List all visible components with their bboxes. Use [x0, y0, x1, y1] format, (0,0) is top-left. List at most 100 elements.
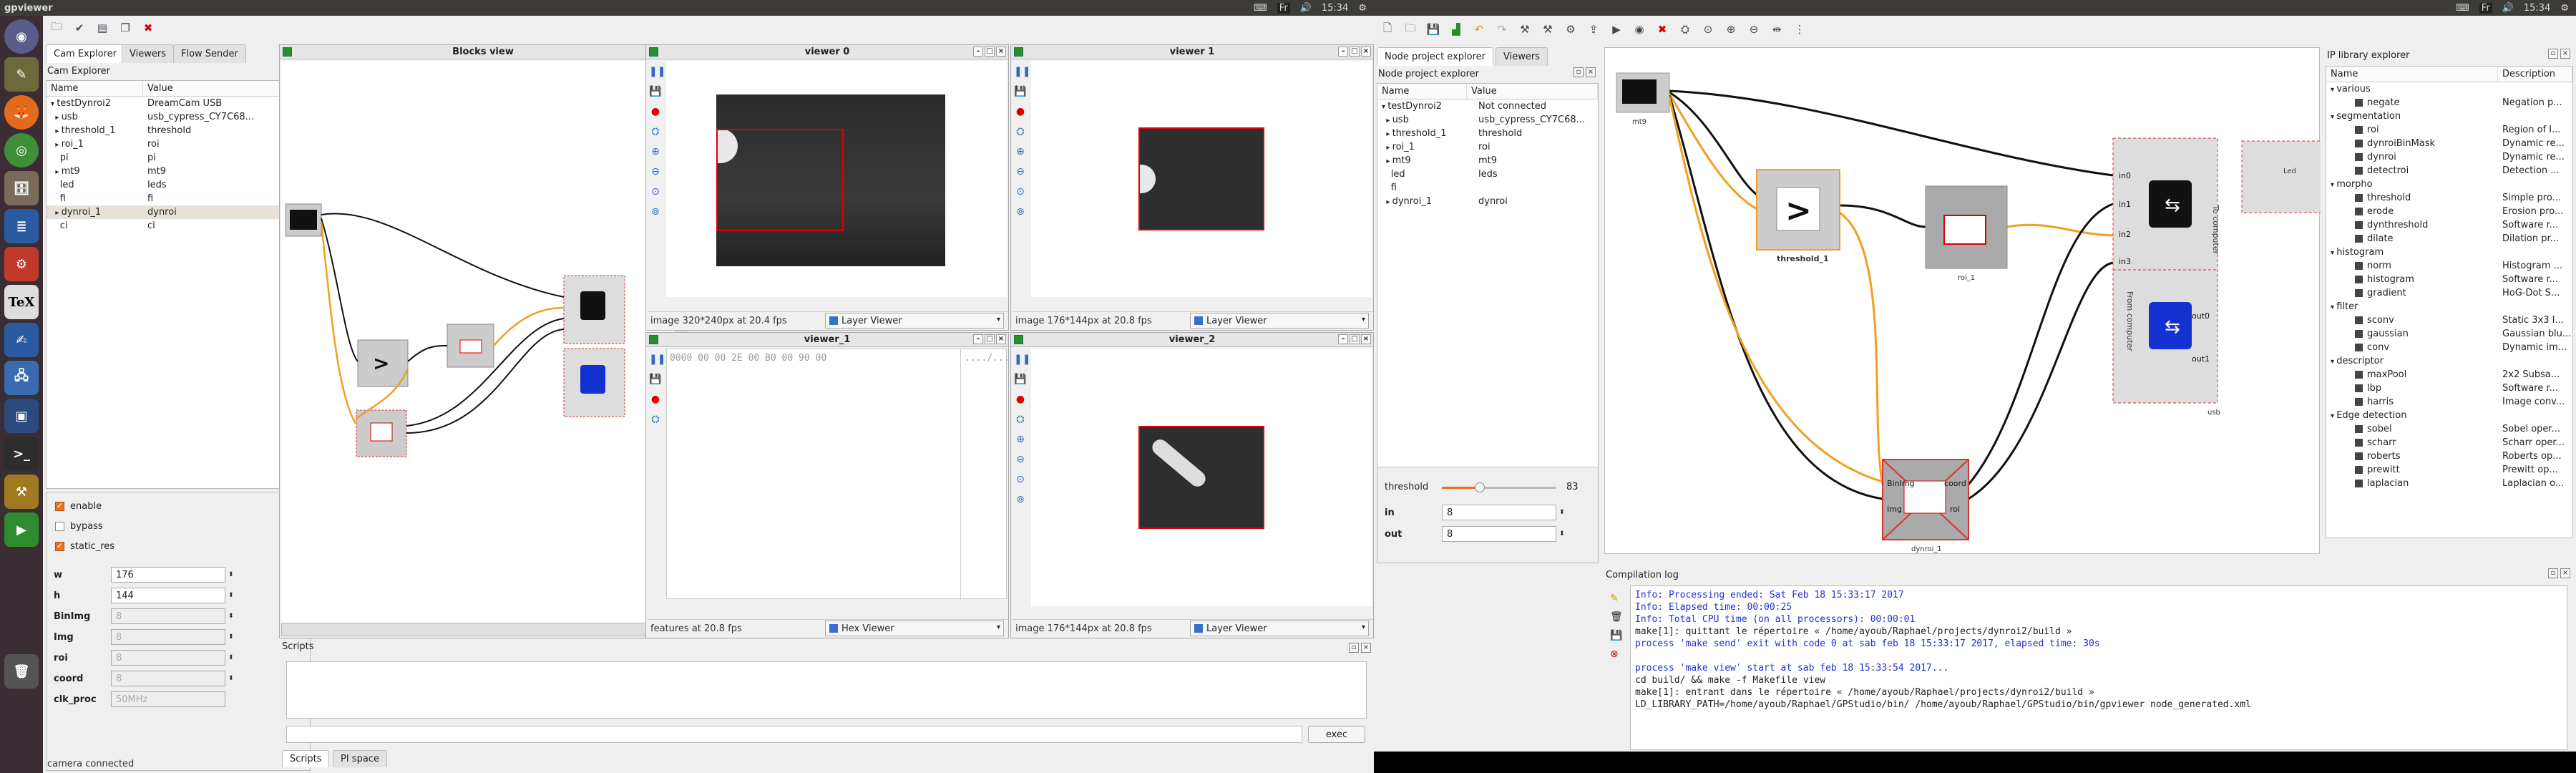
tab-node-project-explorer[interactable]: Node project explorer [1377, 47, 1493, 66]
out-field[interactable]: 8 [1442, 526, 1556, 542]
ip-item[interactable]: prewitt Prewitt op... [2326, 463, 2572, 477]
ip-item[interactable]: roberts Roberts op... [2326, 449, 2572, 463]
viewer2-mode-select[interactable]: Layer Viewer ▾ [1190, 621, 1369, 636]
float-icon[interactable]: ▫ [2548, 568, 2558, 578]
field-input[interactable]: 176 [111, 567, 225, 583]
tree-row[interactable]: led leds [1377, 167, 1598, 181]
ip-item[interactable]: dynroiBinMask Dynamic re... [2326, 137, 2572, 150]
float-icon[interactable]: ▫ [1349, 643, 1359, 653]
spin-icon[interactable]: ⬍ [228, 613, 234, 620]
expand-icon[interactable]: ▾ [2331, 113, 2336, 121]
tree-row[interactable]: fi fi [47, 192, 310, 205]
expand-icon[interactable]: ▸ [1382, 130, 1392, 138]
ip-item[interactable]: laplacian Laplacian o... [2326, 477, 2572, 490]
settings-icon[interactable]: ⛭ [1014, 125, 1027, 138]
expand-icon[interactable]: ▾ [2331, 412, 2336, 420]
col-name[interactable]: Name [1377, 84, 1467, 99]
col-name[interactable]: Name [47, 81, 143, 96]
viewer1-mode-select[interactable]: Layer Viewer ▾ [1190, 313, 1369, 329]
expand-icon[interactable]: ▾ [2331, 249, 2336, 257]
hex-view[interactable]: 0000 00 00 2E 00 B0 00 90 00 ..../..... [666, 349, 1020, 600]
save-icon[interactable]: 💾 [1610, 630, 1623, 641]
close-icon[interactable]: × [996, 334, 1006, 344]
tree-row[interactable]: ci ci [47, 219, 310, 233]
tree-row[interactable]: ▸ usb usb_cypress_CY7C68... [47, 110, 310, 124]
maximize-icon[interactable]: □ [985, 334, 995, 344]
brush-icon[interactable]: ✎ [1610, 593, 1623, 604]
ip-item[interactable]: lbp Software r... [2326, 381, 2572, 395]
expand-icon[interactable]: ▾ [2331, 86, 2336, 94]
gear-icon[interactable]: ⚙ [2560, 3, 2569, 14]
ip-item[interactable]: conv Dynamic im... [2326, 341, 2572, 354]
volume-icon[interactable]: 🔊 [2502, 3, 2514, 14]
spin-icon[interactable]: ⬍ [228, 571, 234, 578]
expand-icon[interactable]: ▸ [51, 114, 62, 122]
tree-row[interactable]: ▸ usb usb_cypress_CY7C68... [1377, 113, 1598, 127]
expand-icon[interactable]: ▸ [1382, 157, 1392, 165]
expand-icon[interactable] [51, 182, 60, 190]
clean-icon[interactable]: ⚒ [1538, 20, 1557, 39]
ip-item[interactable]: histogram Software r... [2326, 273, 2572, 286]
language-indicator[interactable]: Fr [2479, 2, 2492, 14]
tree-row[interactable]: ▸ mt9 mt9 [1377, 154, 1598, 167]
zoom-in-icon[interactable]: ⊕ [1014, 433, 1027, 446]
redo-icon[interactable]: ↷ [1493, 20, 1511, 39]
node-graph-canvas[interactable]: mt9 > threshold_1 roi_1 ⇆ ⇆ To computer … [1604, 47, 2347, 554]
ip-category[interactable]: ▾ various [2326, 82, 2572, 96]
zoom-fit-icon[interactable]: ⊙ [1014, 185, 1027, 198]
save-icon[interactable]: 💾 [1424, 20, 1443, 39]
connect-icon[interactable]: ✔ [70, 19, 89, 37]
ip-item[interactable]: dilate Dilation pr... [2326, 232, 2572, 245]
viewer1-canvas[interactable] [1031, 61, 1372, 297]
field-input[interactable]: 144 [111, 588, 225, 603]
tree-row[interactable]: ▸ mt9 mt9 [47, 165, 310, 178]
settings-icon[interactable]: ⚙ [4, 247, 39, 281]
expand-icon[interactable] [1382, 185, 1391, 193]
tab-viewers[interactable]: Viewers [122, 44, 174, 63]
zoom-out-icon[interactable]: ⊖ [1745, 20, 1763, 39]
zoom-fit-icon[interactable]: ⊙ [1699, 20, 1717, 39]
expand-icon[interactable]: ▸ [51, 127, 62, 135]
zoom-in-icon[interactable]: ⊕ [1014, 145, 1027, 158]
zoom-reset-icon[interactable]: ⊚ [1014, 493, 1027, 506]
ip-item[interactable]: threshold Simple pro... [2326, 191, 2572, 205]
tree-row[interactable]: fi [1377, 181, 1598, 195]
stop-icon[interactable]: ✖ [1653, 20, 1672, 39]
spin-icon[interactable]: ⬍ [1559, 530, 1565, 538]
spin-icon[interactable]: ⬍ [1559, 509, 1565, 516]
close-windows-icon[interactable]: ✖ [139, 19, 157, 37]
minimize-icon[interactable]: – [1338, 47, 1348, 57]
spin-icon[interactable]: ⬍ [228, 654, 234, 661]
tab-flow-sender[interactable]: Flow Sender [173, 44, 246, 63]
col-name[interactable]: Name [2326, 67, 2498, 82]
record-icon[interactable]: ● [1014, 393, 1027, 406]
close-icon[interactable]: × [996, 47, 1006, 57]
expand-icon[interactable]: ▾ [2331, 303, 2336, 311]
minimize-icon[interactable]: – [973, 334, 983, 344]
zoom-out-icon[interactable]: ⊖ [649, 165, 662, 178]
expand-icon[interactable] [51, 155, 60, 162]
document-icon[interactable]: ≣ [4, 209, 39, 243]
settings-icon[interactable]: ⛭ [1014, 413, 1027, 426]
bypass-checkbox[interactable] [55, 522, 64, 531]
tree-row[interactable]: led leds [47, 178, 310, 192]
volume-icon[interactable]: 🔊 [1300, 3, 1312, 14]
editor-icon[interactable]: ✍ [4, 323, 39, 357]
ip-item[interactable]: detectroi Detection ... [2326, 164, 2572, 178]
expand-icon[interactable]: ▸ [51, 141, 62, 149]
stop-icon[interactable]: ⊗ [1610, 648, 1623, 660]
pause-icon[interactable]: ❚❚ [1014, 65, 1030, 78]
expand-icon[interactable] [51, 223, 60, 230]
pause-icon[interactable]: ❚❚ [649, 353, 665, 366]
ip-item[interactable]: harris Image conv... [2326, 395, 2572, 409]
trash-icon[interactable]: 🗑 [4, 654, 39, 689]
ip-item[interactable]: erode Erosion pro... [2326, 205, 2572, 218]
viewer-hex-mode-select[interactable]: Hex Viewer ▾ [825, 621, 1004, 636]
float-icon[interactable]: ▫ [1574, 67, 1584, 77]
close-icon[interactable]: × [1361, 643, 1371, 653]
clear-icon[interactable]: 🗑 [1610, 611, 1623, 623]
board-icon[interactable]: ▟ [1447, 20, 1465, 39]
float-icon[interactable]: ▫ [2548, 49, 2558, 59]
file-manager-icon[interactable]: 🗄 [4, 171, 39, 205]
ip-item[interactable]: maxPool 2x2 Subsa... [2326, 368, 2572, 381]
